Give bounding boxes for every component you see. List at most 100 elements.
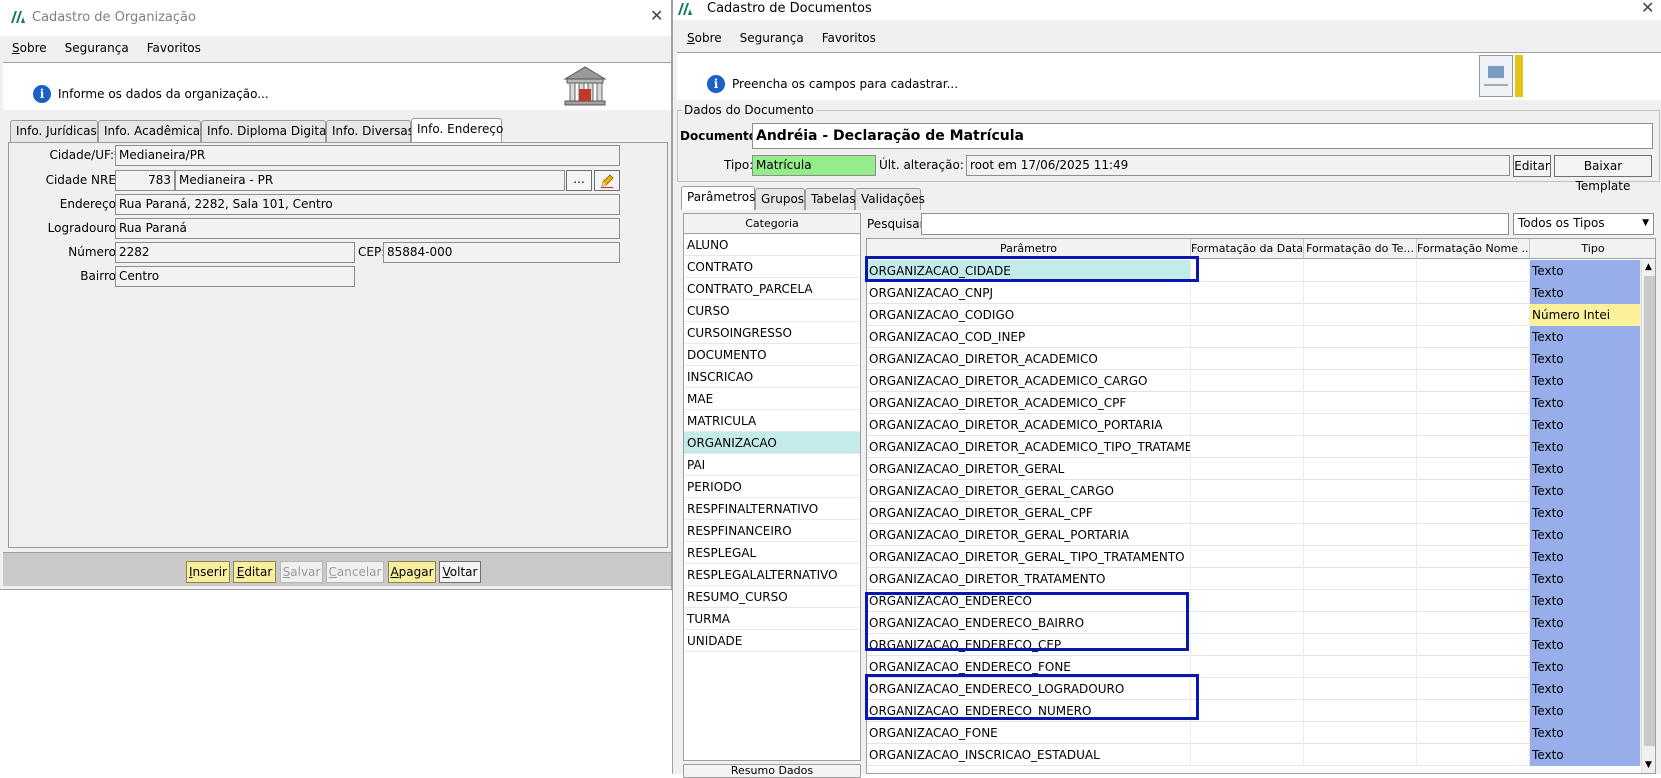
table-row[interactable]: ORGANIZACAO_DIRETOR_ACADEMICO_CPF Texto bbox=[867, 392, 1655, 414]
tab-info-endereco[interactable]: Info. Endereço bbox=[411, 118, 503, 142]
categoria-item[interactable]: ORGANIZACAO bbox=[684, 432, 860, 454]
categoria-item[interactable]: RESPFINANCEIRO bbox=[684, 520, 860, 542]
categoria-item[interactable]: RESPLEGAL bbox=[684, 542, 860, 564]
format-cell bbox=[1304, 480, 1417, 502]
voltar-button[interactable]: Voltar bbox=[439, 561, 481, 583]
table-row[interactable]: ORGANIZACAO_DIRETOR_GERAL_TIPO_TRATAMENT… bbox=[867, 546, 1655, 568]
nre-lookup-button[interactable]: ... bbox=[566, 170, 592, 191]
menu-sobre[interactable]: Sobre bbox=[673, 26, 730, 45]
categoria-item[interactable]: PERIODO bbox=[684, 476, 860, 498]
categoria-item[interactable]: CONTRATO bbox=[684, 256, 860, 278]
table-row[interactable]: ORGANIZACAO_DIRETOR_TRATAMENTO Texto bbox=[867, 568, 1655, 590]
tab-grupos[interactable]: Grupos bbox=[755, 188, 805, 210]
categoria-item[interactable]: CONTRATO_PARCELA bbox=[684, 278, 860, 300]
col-parametro[interactable]: Parâmetro bbox=[867, 239, 1191, 259]
salvar-button[interactable]: Salvar bbox=[280, 561, 323, 583]
menu-seguranca[interactable]: Segurança bbox=[730, 26, 812, 45]
table-row[interactable]: ORGANIZACAO_DIRETOR_ACADEMICO_CARGO Texto bbox=[867, 370, 1655, 392]
scroll-down-icon[interactable]: ▼ bbox=[1645, 760, 1652, 770]
baixar-template-button[interactable]: Baixar Template bbox=[1554, 155, 1652, 193]
table-row[interactable]: ORGANIZACAO_ENDERECO_LOGRADOURO Texto bbox=[867, 678, 1655, 700]
menu-seguranca[interactable]: Segurança bbox=[55, 36, 137, 55]
logradouro-field[interactable]: Rua Paraná bbox=[115, 218, 620, 239]
tab-info-diversas[interactable]: Info. Diversas bbox=[326, 120, 414, 142]
col-tipo[interactable]: Tipo bbox=[1530, 239, 1655, 259]
menu-favoritos[interactable]: Favoritos bbox=[137, 36, 209, 55]
col-formatacao-data[interactable]: Formatação da Data bbox=[1191, 239, 1304, 259]
categoria-item[interactable]: DOCUMENTO bbox=[684, 344, 860, 366]
categoria-item[interactable]: MAE bbox=[684, 388, 860, 410]
doc-close-icon[interactable]: ✕ bbox=[1641, 0, 1654, 17]
param-cell: ORGANIZACAO_CODIGO bbox=[867, 304, 1191, 326]
tab-info-diploma-digital[interactable]: Info. Diploma Digital bbox=[201, 120, 330, 142]
resumo-dados-button[interactable]: Resumo Dados bbox=[683, 764, 861, 778]
table-row[interactable]: ORGANIZACAO_DIRETOR_GERAL_CPF Texto bbox=[867, 502, 1655, 524]
table-row[interactable]: ORGANIZACAO_CNPJ Texto bbox=[867, 282, 1655, 304]
categoria-item[interactable]: PAI bbox=[684, 454, 860, 476]
format-cell bbox=[1191, 590, 1304, 612]
tab-tabelas[interactable]: Tabelas bbox=[805, 188, 856, 210]
table-row[interactable]: ORGANIZACAO_ENDERECO Texto bbox=[867, 590, 1655, 612]
grid-scrollbar[interactable]: ▲ ▼ bbox=[1641, 260, 1655, 773]
table-row[interactable]: ORGANIZACAO_DIRETOR_GERAL_CARGO Texto bbox=[867, 480, 1655, 502]
menu-sobre[interactable]: Sobre bbox=[0, 36, 55, 55]
tipo-field[interactable]: Matrícula bbox=[752, 155, 876, 176]
inserir-button[interactable]: Inserir bbox=[186, 561, 230, 583]
categoria-item[interactable]: RESPFINALTERNATIVO bbox=[684, 498, 860, 520]
editar-button[interactable]: Editar bbox=[233, 561, 276, 583]
table-row[interactable]: ORGANIZACAO_ENDERECO_NUMERO Texto bbox=[867, 700, 1655, 722]
cancelar-button[interactable]: Cancelar bbox=[326, 561, 384, 583]
tab-info-academicas[interactable]: Info. Acadêmicas bbox=[98, 120, 206, 142]
scroll-up-icon[interactable]: ▲ bbox=[1645, 262, 1652, 272]
col-formatacao-texto[interactable]: Formatação do Te... bbox=[1304, 239, 1417, 259]
menu-favoritos[interactable]: Favoritos bbox=[812, 26, 884, 45]
cidade-nre-code-field[interactable]: 783 bbox=[115, 170, 175, 191]
table-row[interactable]: ORGANIZACAO_CODIGO Número Intei bbox=[867, 304, 1655, 326]
table-row[interactable]: ORGANIZACAO_ENDERECO_CEP Texto bbox=[867, 634, 1655, 656]
cidade-uf-field[interactable]: Medianeira/PR bbox=[115, 145, 620, 166]
table-row[interactable]: ORGANIZACAO_DIRETOR_GERAL Texto bbox=[867, 458, 1655, 480]
table-row[interactable]: ORGANIZACAO_DIRETOR_ACADEMICO_PORTARIA Te… bbox=[867, 414, 1655, 436]
edit-pencil-button[interactable] bbox=[594, 170, 620, 191]
table-row[interactable]: ORGANIZACAO_DIRETOR_GERAL_PORTARIA Texto bbox=[867, 524, 1655, 546]
format-cell bbox=[1417, 392, 1530, 414]
categoria-item[interactable]: CURSOINGRESSO bbox=[684, 322, 860, 344]
endereco-field[interactable]: Rua Paraná, 2282, Sala 101, Centro bbox=[115, 194, 620, 215]
param-cell: ORGANIZACAO_ENDERECO_FONE bbox=[867, 656, 1191, 678]
categoria-item[interactable]: TURMA bbox=[684, 608, 860, 630]
bairro-field[interactable]: Centro bbox=[115, 266, 355, 287]
documento-field[interactable]: Andréia - Declaração de Matrícula bbox=[752, 123, 1653, 149]
doc-editar-button[interactable]: Editar bbox=[1513, 155, 1551, 177]
table-row[interactable]: ORGANIZACAO_COD_INEP Texto bbox=[867, 326, 1655, 348]
col-formatacao-nome[interactable]: Formatação Nome ... bbox=[1417, 239, 1530, 259]
numero-field[interactable]: 2282 bbox=[115, 242, 355, 263]
table-row[interactable]: ORGANIZACAO_INSCRICAO_ESTADUAL Texto bbox=[867, 744, 1655, 766]
table-row[interactable]: ORGANIZACAO_CIDADE Texto bbox=[867, 260, 1655, 282]
cep-field[interactable]: 85884-000 bbox=[383, 242, 620, 263]
categoria-item[interactable]: RESUMO_CURSO bbox=[684, 586, 860, 608]
categoria-item[interactable]: MATRICULA bbox=[684, 410, 860, 432]
param-cell: ORGANIZACAO_DIRETOR_GERAL_PORTARIA bbox=[867, 524, 1191, 546]
cidade-nre-field[interactable]: Medianeira - PR bbox=[175, 170, 565, 191]
table-row[interactable]: ORGANIZACAO_DIRETOR_ACADEMICO Texto bbox=[867, 348, 1655, 370]
tab-validacoes[interactable]: Validações bbox=[855, 188, 925, 210]
apagar-button[interactable]: Apagar bbox=[388, 561, 436, 583]
org-close-icon[interactable]: ✕ bbox=[650, 6, 663, 25]
table-row[interactable]: ORGANIZACAO_ENDERECO_FONE Texto bbox=[867, 656, 1655, 678]
cidade-nre-label: Cidade NRE: bbox=[45, 173, 120, 187]
table-row[interactable]: ORGANIZACAO_DIRETOR_ACADEMICO_TIPO_TRATA… bbox=[867, 436, 1655, 458]
format-cell bbox=[1191, 722, 1304, 744]
categoria-item[interactable]: INSCRICAO bbox=[684, 366, 860, 388]
tipo-filter-select[interactable]: Todos os Tipos ▼ bbox=[1513, 213, 1654, 235]
categoria-item[interactable]: UNIDADE bbox=[684, 630, 860, 652]
table-row[interactable]: ORGANIZACAO_FONE Texto bbox=[867, 722, 1655, 744]
categoria-item[interactable]: ALUNO bbox=[684, 234, 860, 256]
tab-parametros[interactable]: Parâmetros bbox=[681, 186, 755, 210]
doc-info-text: Preencha os campos para cadastrar... bbox=[732, 77, 959, 91]
table-row[interactable]: ORGANIZACAO_ENDERECO_BAIRRO Texto bbox=[867, 612, 1655, 634]
tab-info-juridicas[interactable]: Info. Jurídicas bbox=[10, 120, 98, 142]
categoria-item[interactable]: CURSO bbox=[684, 300, 860, 322]
pesquisar-input[interactable] bbox=[921, 213, 1509, 235]
categoria-item[interactable]: RESPLEGALALTERNATIVO bbox=[684, 564, 860, 586]
scroll-thumb[interactable] bbox=[1644, 276, 1655, 746]
